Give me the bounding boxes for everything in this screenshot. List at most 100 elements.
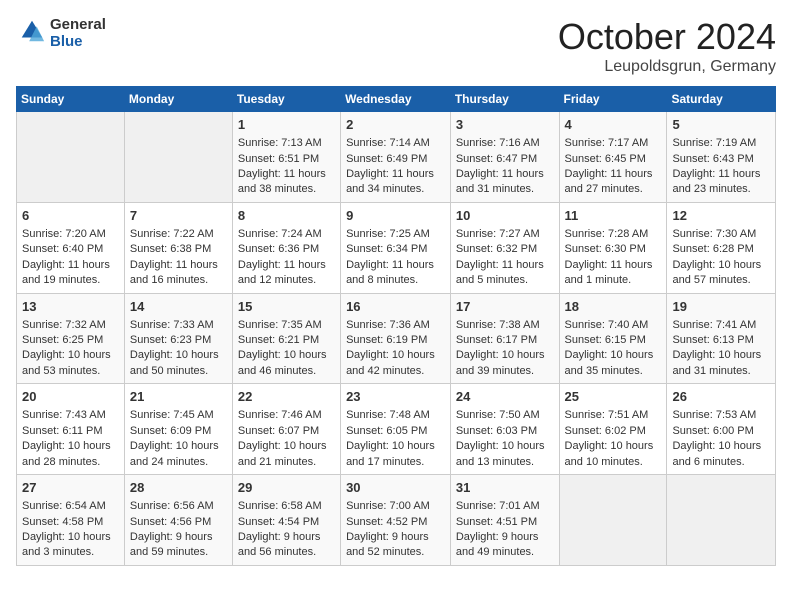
sunset: Sunset: 6:43 PM [672,153,753,165]
calendar-cell: 24Sunrise: 7:50 AMSunset: 6:03 PMDayligh… [450,384,559,475]
sunrise: Sunrise: 7:16 AM [456,137,540,149]
page-header: General Blue October 2024 Leupoldsgrun, … [16,16,776,76]
day-header-saturday: Saturday [667,87,776,112]
sunrise: Sunrise: 7:13 AM [238,137,322,149]
daylight: Daylight: 10 hours and 57 minutes. [672,259,761,286]
day-number: 29 [238,479,335,497]
sunrise: Sunrise: 7:43 AM [22,409,106,421]
calendar-cell: 29Sunrise: 6:58 AMSunset: 4:54 PMDayligh… [232,475,340,566]
sunset: Sunset: 6:32 PM [456,243,537,255]
day-number: 25 [565,388,662,406]
calendar-cell: 15Sunrise: 7:35 AMSunset: 6:21 PMDayligh… [232,293,340,384]
daylight: Daylight: 11 hours and 31 minutes. [456,168,544,195]
calendar-cell: 26Sunrise: 7:53 AMSunset: 6:00 PMDayligh… [667,384,776,475]
calendar-cell: 28Sunrise: 6:56 AMSunset: 4:56 PMDayligh… [124,475,232,566]
sunset: Sunset: 6:38 PM [130,243,211,255]
sunset: Sunset: 6:40 PM [22,243,103,255]
calendar-cell [559,475,667,566]
sunrise: Sunrise: 7:28 AM [565,228,649,240]
day-number: 16 [346,298,445,316]
sunrise: Sunrise: 7:48 AM [346,409,430,421]
sunrise: Sunrise: 7:32 AM [22,319,106,331]
daylight: Daylight: 11 hours and 27 minutes. [565,168,653,195]
daylight: Daylight: 10 hours and 13 minutes. [456,440,545,467]
calendar-cell: 16Sunrise: 7:36 AMSunset: 6:19 PMDayligh… [341,293,451,384]
sunset: Sunset: 6:15 PM [565,334,646,346]
sunrise: Sunrise: 7:51 AM [565,409,649,421]
daylight: Daylight: 9 hours and 56 minutes. [238,531,321,558]
calendar-week-4: 20 Sunrise: 7:43 AM Sunset: 6:11 PM Dayligh… [17,384,776,475]
sunset: Sunset: 6:28 PM [672,243,753,255]
calendar-cell: 18Sunrise: 7:40 AMSunset: 6:15 PMDayligh… [559,293,667,384]
sunset: Sunset: 6:49 PM [346,153,427,165]
sunset: Sunset: 6:47 PM [456,153,537,165]
day-number: 27 [22,479,119,497]
day-header-friday: Friday [559,87,667,112]
sunrise: Sunrise: 7:30 AM [672,228,756,240]
calendar-cell [667,475,776,566]
calendar-cell: 22Sunrise: 7:46 AMSunset: 6:07 PMDayligh… [232,384,340,475]
sunset: Sunset: 6:03 PM [456,425,537,437]
day-number: 24 [456,388,554,406]
sunrise: Sunrise: 7:33 AM [130,319,214,331]
daylight: Daylight: 9 hours and 52 minutes. [346,531,429,558]
calendar-cell: 20Sunrise: 7:43 AMSunset: 6:11 PMDayligh… [17,384,125,475]
sunrise: Sunrise: 7:36 AM [346,319,430,331]
daylight: Daylight: 9 hours and 59 minutes. [130,531,213,558]
calendar-cell: 10Sunrise: 7:27 AMSunset: 6:32 PMDayligh… [450,202,559,293]
daylight: Daylight: 11 hours and 12 minutes. [238,259,326,286]
calendar-cell: 31Sunrise: 7:01 AMSunset: 4:51 PMDayligh… [450,475,559,566]
calendar-cell: 8Sunrise: 7:24 AMSunset: 6:36 PMDaylight… [232,202,340,293]
month-title: October 2024 [558,16,776,58]
sunset: Sunset: 4:54 PM [238,516,319,528]
logo-general: General [50,16,106,33]
calendar-table: SundayMondayTuesdayWednesdayThursdayFrid… [16,86,776,566]
day-number: 26 [672,388,770,406]
calendar-cell [17,112,125,203]
daylight: Daylight: 10 hours and 42 minutes. [346,349,435,376]
sunset: Sunset: 4:58 PM [22,516,103,528]
day-header-sunday: Sunday [17,87,125,112]
sunset: Sunset: 6:34 PM [346,243,427,255]
day-number: 12 [672,207,770,225]
day-number: 23 [346,388,445,406]
daylight: Daylight: 10 hours and 39 minutes. [456,349,545,376]
calendar-cell: 25Sunrise: 7:51 AMSunset: 6:02 PMDayligh… [559,384,667,475]
day-number: 22 [238,388,335,406]
calendar-body: 1Sunrise: 7:13 AMSunset: 6:51 PMDaylight… [17,112,776,566]
calendar-cell: 14Sunrise: 7:33 AMSunset: 6:23 PMDayligh… [124,293,232,384]
calendar-cell: 23Sunrise: 7:48 AMSunset: 6:05 PMDayligh… [341,384,451,475]
calendar-cell: 12 Sunrise: 7:30 AM Sunset: 6:28 PM Dayligh… [667,202,776,293]
calendar-cell: 7Sunrise: 7:22 AMSunset: 6:38 PMDaylight… [124,202,232,293]
sunset: Sunset: 4:56 PM [130,516,211,528]
calendar-cell: 6Sunrise: 7:20 AMSunset: 6:40 PMDaylight… [17,202,125,293]
calendar-week-2: 6Sunrise: 7:20 AMSunset: 6:40 PMDaylight… [17,202,776,293]
day-number: 1 [238,116,335,134]
daylight: Daylight: 10 hours and 21 minutes. [238,440,327,467]
sunset: Sunset: 6:45 PM [565,153,646,165]
daylight: Daylight: 11 hours and 16 minutes. [130,259,218,286]
day-number: 20 [22,388,119,406]
sunrise: Sunrise: 6:54 AM [22,500,106,512]
day-number: 18 [565,298,662,316]
logo: General Blue [16,16,106,50]
sunset: Sunset: 6:09 PM [130,425,211,437]
daylight: Daylight: 10 hours and 53 minutes. [22,349,111,376]
day-number: 4 [565,116,662,134]
sunset: Sunset: 4:51 PM [456,516,537,528]
daylight: Daylight: 10 hours and 3 minutes. [22,531,111,558]
daylight: Daylight: 11 hours and 8 minutes. [346,259,434,286]
sunrise: Sunrise: 7:24 AM [238,228,322,240]
calendar-week-5: 27 Sunrise: 6:54 AM Sunset: 4:58 PM Dayligh… [17,475,776,566]
sunrise: Sunrise: 7:40 AM [565,319,649,331]
sunset: Sunset: 6:11 PM [22,425,103,437]
title-block: October 2024 Leupoldsgrun, Germany [558,16,776,76]
sunrise: Sunrise: 6:56 AM [130,500,214,512]
sunset: Sunset: 6:25 PM [22,334,103,346]
day-header-monday: Monday [124,87,232,112]
day-number: 14 [130,298,227,316]
location-title: Leupoldsgrun, Germany [558,58,776,76]
sunrise: Sunrise: 7:46 AM [238,409,322,421]
day-number: 8 [238,207,335,225]
sunset: Sunset: 6:00 PM [672,425,753,437]
